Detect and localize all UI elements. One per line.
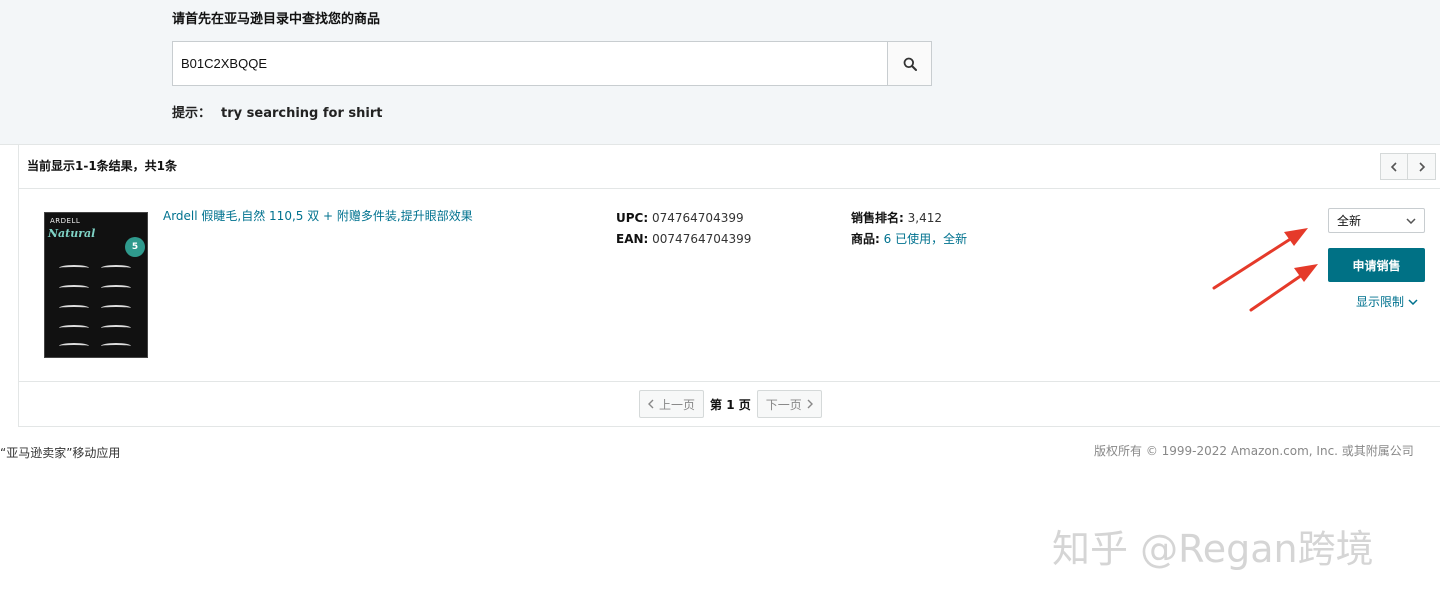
search-icon: [903, 57, 917, 71]
lash-graphic: [59, 343, 89, 349]
lash-graphic: [101, 265, 131, 271]
condition-value: 全新: [1337, 214, 1362, 228]
chevron-down-icon: [1408, 298, 1418, 305]
condition-select[interactable]: 全新: [1328, 208, 1425, 233]
results-next-button[interactable]: [1408, 153, 1436, 180]
results-prev-button[interactable]: [1380, 153, 1408, 180]
lash-graphic: [101, 305, 131, 311]
lash-graphic: [101, 325, 131, 331]
search-hint: 提示： try searching for shirt: [172, 102, 382, 121]
prev-page-button[interactable]: 上一页: [639, 390, 705, 418]
lash-graphic: [59, 305, 89, 311]
next-page-button[interactable]: 下一页: [756, 390, 822, 418]
product-image-brand: ARDELL: [50, 217, 81, 225]
prev-page-label: 上一页: [659, 397, 696, 412]
show-limits-link[interactable]: 显示限制: [1356, 293, 1418, 310]
search-hint-label: 提示：: [172, 106, 212, 121]
product-image[interactable]: ARDELL Natural 5: [44, 212, 148, 358]
next-page-label: 下一页: [765, 397, 802, 412]
row-divider: [19, 381, 1440, 382]
search-input[interactable]: [173, 42, 887, 85]
chevron-left-icon: [1390, 161, 1397, 172]
chevron-right-icon: [807, 399, 813, 409]
current-page: 第 1 页: [710, 397, 751, 412]
lash-graphic: [59, 285, 89, 291]
chevron-right-icon: [1418, 161, 1425, 172]
search-button[interactable]: [887, 42, 931, 85]
search-box: [172, 41, 932, 86]
rank-value: 3,412: [907, 211, 942, 225]
upc-value: 074764704399: [651, 211, 744, 225]
offers-label: 商品:: [851, 232, 880, 246]
offers-link[interactable]: 6 已使用，全新: [884, 232, 967, 246]
header-divider: [19, 188, 1440, 189]
search-hint-text: try searching for shirt: [221, 106, 383, 121]
ean-row: EAN: 0074764704399: [616, 229, 751, 250]
pagination: 上一页 第 1 页 下一页: [639, 390, 822, 418]
apply-to-sell-button[interactable]: 申请销售: [1328, 248, 1425, 282]
search-section: 请首先在亚马逊目录中查找您的商品 提示： try searching for sh…: [0, 0, 1440, 145]
results-pager: [1380, 153, 1436, 180]
rank-label: 销售排名:: [851, 211, 904, 225]
chevron-left-icon: [648, 399, 654, 409]
product-title-link[interactable]: Ardell 假睫毛,自然 110,5 双 + 附赠多件装,提升眼部效果: [163, 207, 473, 224]
lash-graphic: [101, 285, 131, 291]
ean-label: EAN:: [616, 232, 649, 246]
results-summary: 当前显示1-1条结果，共1条: [27, 159, 178, 173]
footer-copyright: 版权所有 © 1999-2022 Amazon.com, Inc. 或其附属公司: [1094, 444, 1414, 458]
upc-row: UPC: 074764704399: [616, 208, 751, 229]
rank-row: 销售排名: 3,412: [851, 208, 967, 229]
watermark: 知乎 @Regan跨境: [1052, 527, 1374, 571]
results-panel: 当前显示1-1条结果，共1条 ARDELL Natural 5 Ardell 假…: [18, 145, 1440, 427]
lash-graphic: [59, 265, 89, 271]
show-limits-label: 显示限制: [1356, 295, 1405, 309]
ean-value: 0074764704399: [652, 232, 752, 246]
offers-row: 商品: 6 已使用，全新: [851, 229, 967, 250]
product-stats: 销售排名: 3,412 商品: 6 已使用，全新: [851, 208, 967, 250]
search-heading: 请首先在亚马逊目录中查找您的商品: [172, 12, 381, 27]
chevron-down-icon: [1406, 217, 1416, 224]
product-image-line: Natural: [48, 227, 96, 240]
upc-label: UPC:: [616, 211, 649, 225]
lash-graphic: [101, 343, 131, 349]
lash-graphic: [59, 325, 89, 331]
product-image-badge: 5: [125, 237, 145, 257]
footer-mobile-app-link[interactable]: “亚马逊卖家”移动应用: [0, 444, 120, 461]
product-identifiers: UPC: 074764704399 EAN: 0074764704399: [616, 208, 751, 250]
